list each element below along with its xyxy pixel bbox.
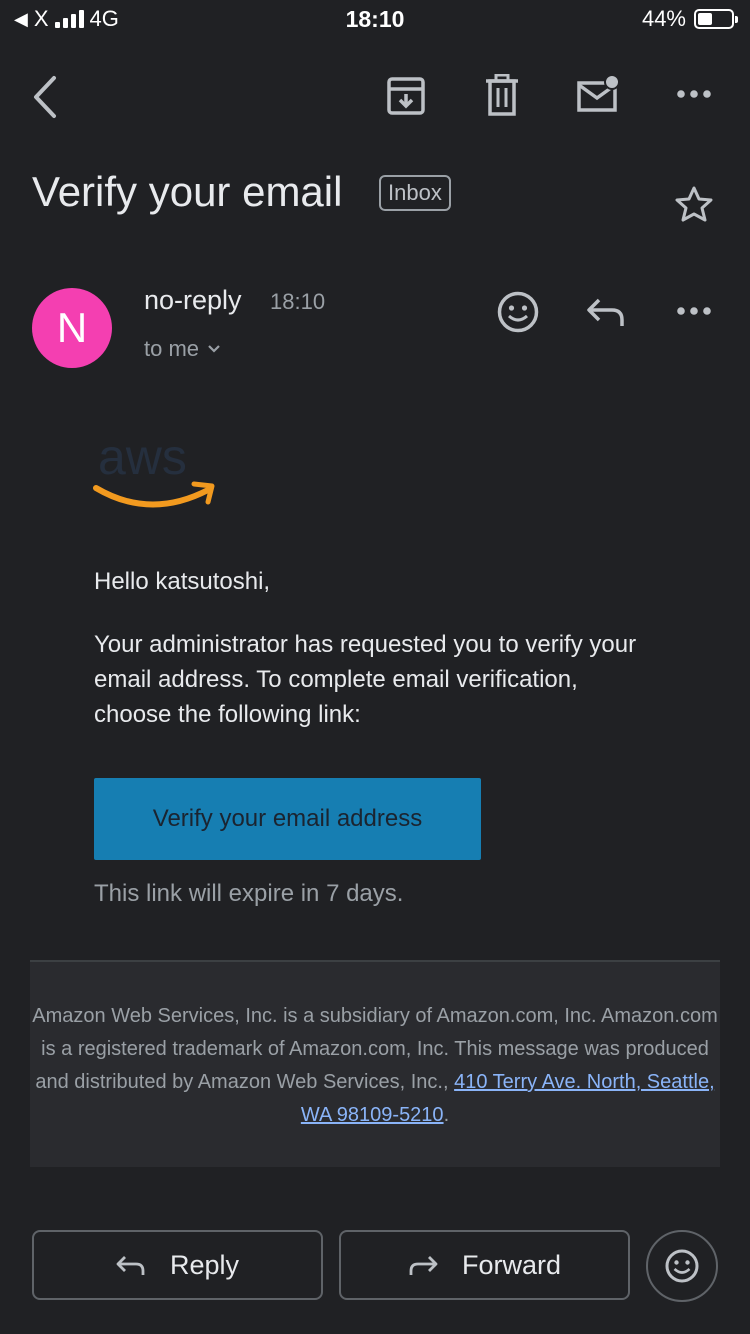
trash-icon[interactable] xyxy=(484,74,520,116)
inbox-label-badge[interactable]: Inbox xyxy=(379,175,451,211)
battery-fill xyxy=(698,13,712,25)
message-more-icon[interactable] xyxy=(676,305,712,317)
chevron-left-icon[interactable] xyxy=(28,74,62,120)
legal-footer: Amazon Web Services, Inc. is a subsidiar… xyxy=(30,960,720,1167)
email-screen: ◀ X 4G 18:10 44% Verify your email Inbox… xyxy=(0,0,750,1334)
forward-label: Forward xyxy=(461,1249,562,1280)
emoji-reaction-icon[interactable] xyxy=(496,290,540,334)
mail-unread-icon[interactable] xyxy=(576,74,622,114)
status-bar: ◀ X 4G 18:10 44% xyxy=(0,0,750,44)
aws-logo: aws xyxy=(93,429,215,508)
reply-icon[interactable] xyxy=(586,296,626,328)
message-time: 18:10 xyxy=(270,289,326,314)
footer-text: Amazon Web Services, Inc. is a subsidiar… xyxy=(30,1000,720,1132)
body-paragraph: Your administrator has requested you to … xyxy=(94,631,637,728)
reply-arrow-icon xyxy=(116,1256,145,1275)
reply-label: Reply xyxy=(169,1249,240,1280)
status-time: 18:10 xyxy=(345,6,405,32)
star-icon[interactable] xyxy=(674,185,714,223)
recipient-label: to me xyxy=(144,336,200,361)
recipient-details[interactable]: to me xyxy=(144,336,221,362)
emoji-react-button[interactable] xyxy=(646,1230,718,1302)
verify-email-button[interactable]: Verify your email address xyxy=(94,778,481,860)
more-horizontal-icon[interactable] xyxy=(676,88,712,100)
expiry-text: This link will expire in 7 days. xyxy=(94,880,404,907)
sender-avatar[interactable]: N xyxy=(32,288,112,368)
status-right: 44% xyxy=(641,6,738,32)
battery-icon xyxy=(694,9,738,29)
smiley-icon xyxy=(665,1249,699,1283)
forward-arrow-icon xyxy=(409,1256,438,1275)
greeting-text: Hello katsutoshi, xyxy=(94,568,271,595)
email-subject: Verify your email xyxy=(32,168,343,215)
forward-button[interactable]: Forward xyxy=(339,1230,630,1300)
footer-period: . xyxy=(443,1104,450,1126)
sender-name[interactable]: no-reply xyxy=(144,285,242,316)
archive-icon[interactable] xyxy=(386,76,426,116)
battery-percent: 44% xyxy=(641,6,686,31)
chevron-down-icon xyxy=(208,345,220,353)
reply-button[interactable]: Reply xyxy=(32,1230,323,1300)
aws-logo-text: aws xyxy=(98,429,187,485)
